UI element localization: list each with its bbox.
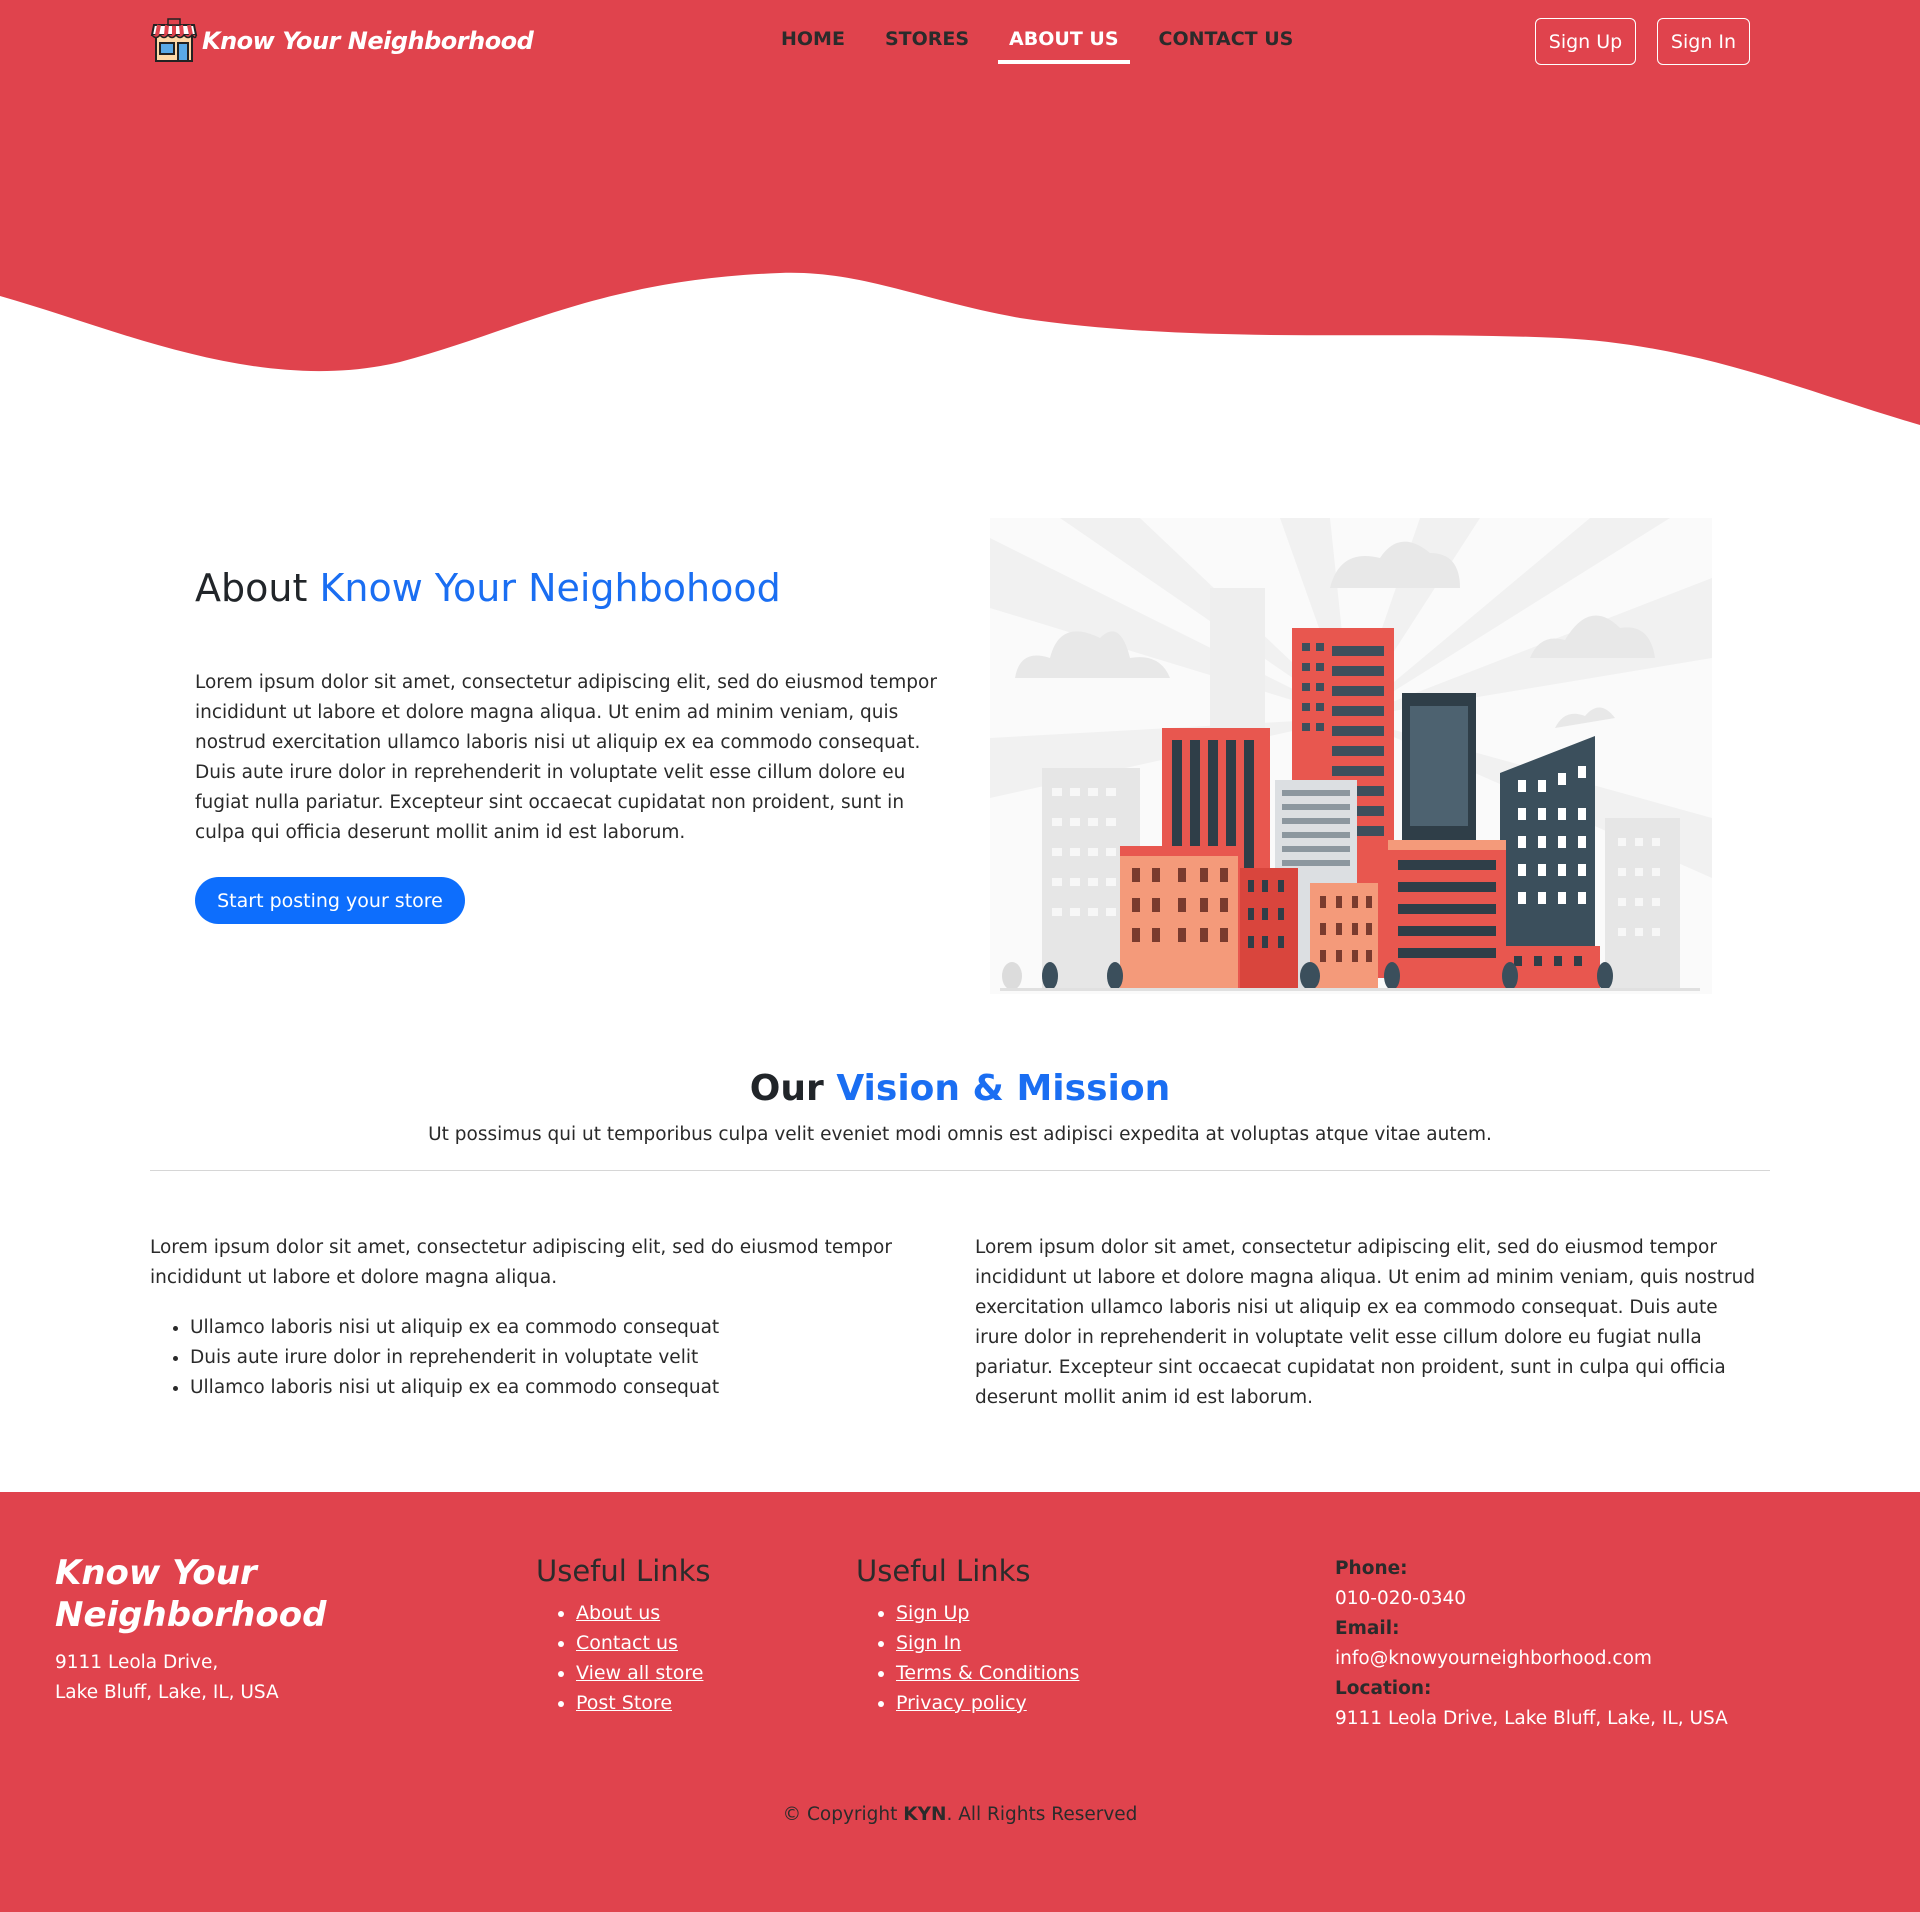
email-label: Email: (1335, 1618, 1400, 1639)
vision-right-column: Lorem ipsum dolor sit amet, consectetur … (975, 1233, 1765, 1413)
list-item: Sign In (896, 1628, 1079, 1658)
copyright-prefix: © Copyright (782, 1804, 898, 1825)
copyright: © Copyright KYN. All Rights Reserved (0, 1804, 1920, 1825)
vision-left-text: Lorem ipsum dolor sit amet, consectetur … (150, 1237, 892, 1288)
footer-address-line2: Lake Bluff, Lake, IL, USA (55, 1682, 279, 1703)
footer-address: 9111 Leola Drive, Lake Bluff, Lake, IL, … (55, 1648, 279, 1708)
storefront-icon (150, 18, 198, 62)
footer-link-terms[interactable]: Terms & Conditions (896, 1662, 1079, 1684)
vision-right-text: Lorem ipsum dolor sit amet, consectetur … (975, 1237, 1756, 1408)
start-posting-button[interactable]: Start posting your store (195, 877, 465, 924)
list-item: Terms & Conditions (896, 1658, 1079, 1688)
footer-contact: Phone: 010-020-0340 Email: info@knowyour… (1335, 1554, 1728, 1734)
phone-label: Phone: (1335, 1558, 1408, 1579)
footer-links2: Sign Up Sign In Terms & Conditions Priva… (856, 1598, 1079, 1718)
footer-links1-title: Useful Links (536, 1554, 711, 1588)
copyright-brand: KYN (903, 1804, 947, 1825)
list-item: Sign Up (896, 1598, 1079, 1628)
about-title: About Know Your Neighbohood (195, 566, 781, 610)
phone-value: 010-020-0340 (1335, 1588, 1467, 1609)
logo-text: Know Your Neighborhood (202, 27, 534, 55)
section-divider (150, 1170, 1770, 1171)
list-item: About us (576, 1598, 703, 1628)
footer-brand: Know Your Neighborhood (55, 1553, 327, 1635)
vision-subtitle: Ut possimus qui ut temporibus culpa veli… (428, 1124, 1492, 1145)
list-item: Ullamco laboris nisi ut aliquip ex ea co… (190, 1313, 910, 1343)
list-item: Contact us (576, 1628, 703, 1658)
nav-contact-us[interactable]: CONTACT US (1148, 20, 1305, 64)
footer-link-privacy[interactable]: Privacy policy (896, 1692, 1027, 1714)
vision-title-prefix: Our (749, 1068, 824, 1109)
list-item: Ullamco laboris nisi ut aliquip ex ea co… (190, 1373, 910, 1403)
footer: Know Your Neighborhood 9111 Leola Drive,… (0, 1492, 1920, 1912)
footer-link-view-all-store[interactable]: View all store (576, 1662, 703, 1684)
logo[interactable]: Know Your Neighborhood (150, 16, 534, 66)
nav-about-us[interactable]: ABOUT US (998, 20, 1130, 64)
main-nav: HOME STORES ABOUT US CONTACT US (770, 20, 1322, 64)
location-value: 9111 Leola Drive, Lake Bluff, Lake, IL, … (1335, 1708, 1728, 1729)
footer-link-post-store[interactable]: Post Store (576, 1692, 672, 1714)
about-title-prefix: About (195, 566, 308, 610)
about-title-accent: Know Your Neighbohood (319, 566, 781, 610)
footer-address-line1: 9111 Leola Drive, (55, 1652, 219, 1673)
list-item: Duis aute irure dolor in reprehenderit i… (190, 1343, 910, 1373)
vision-left-column: Lorem ipsum dolor sit amet, consectetur … (150, 1233, 910, 1403)
sign-up-button[interactable]: Sign Up (1535, 18, 1636, 65)
sign-in-button[interactable]: Sign In (1657, 18, 1750, 65)
about-description: Lorem ipsum dolor sit amet, consectetur … (195, 672, 937, 843)
location-label: Location: (1335, 1678, 1432, 1699)
list-item: Post Store (576, 1688, 703, 1718)
footer-link-sign-in[interactable]: Sign In (896, 1632, 961, 1654)
list-item: Privacy policy (896, 1688, 1079, 1718)
list-item: View all store (576, 1658, 703, 1688)
email-value: info@knowyourneighborhood.com (1335, 1648, 1652, 1669)
copyright-suffix: . All Rights Reserved (946, 1804, 1138, 1825)
footer-link-contact-us[interactable]: Contact us (576, 1632, 678, 1654)
vision-bullet-list: Ullamco laboris nisi ut aliquip ex ea co… (150, 1313, 910, 1403)
footer-links1: About us Contact us View all store Post … (536, 1598, 703, 1718)
vision-title-accent: Vision & Mission (836, 1068, 1171, 1109)
vision-title: Our Vision & Mission (0, 1068, 1920, 1109)
footer-links2-title: Useful Links (856, 1554, 1031, 1588)
hero-banner: Know Your Neighborhood HOME STORES ABOUT… (0, 0, 1920, 430)
nav-stores[interactable]: STORES (874, 20, 980, 64)
nav-home[interactable]: HOME (770, 20, 856, 64)
footer-link-sign-up[interactable]: Sign Up (896, 1602, 969, 1624)
footer-link-about-us[interactable]: About us (576, 1602, 660, 1624)
city-illustration (990, 518, 1712, 994)
